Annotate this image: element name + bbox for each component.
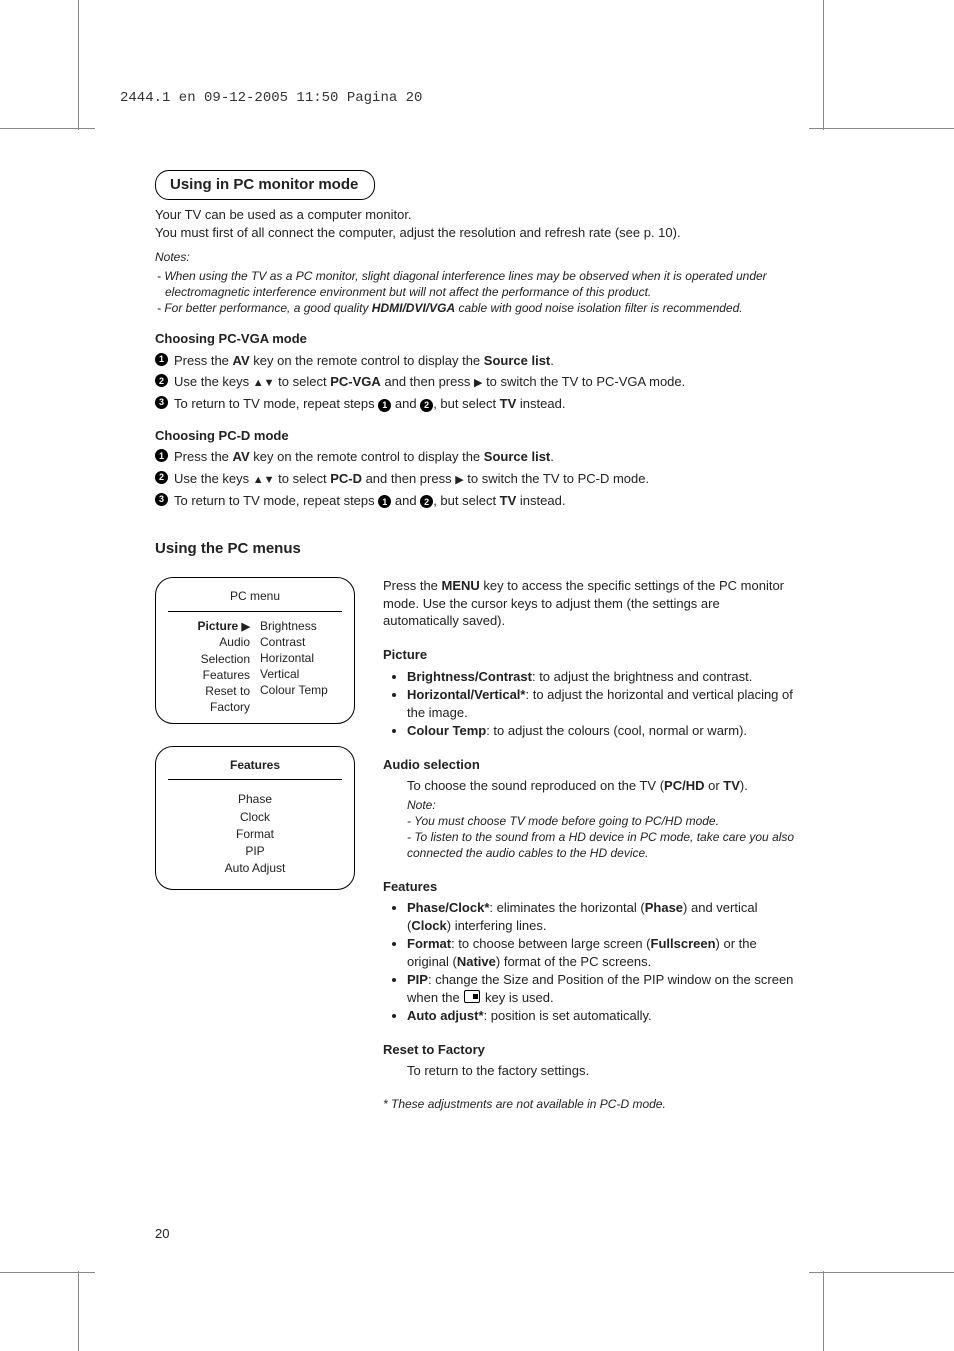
step-circle-3-icon: 3: [155, 493, 168, 506]
crop-mark: [823, 0, 824, 130]
audio-note-label: Note:: [407, 797, 795, 813]
menu-item-picture: Picture ▶: [168, 618, 250, 635]
note-1: - When using the TV as a PC monitor, sli…: [155, 268, 795, 300]
print-header: 2444.1 en 09-12-2005 11:50 Pagina 20: [120, 90, 422, 106]
intro-line-1: Your TV can be used as a computer monito…: [155, 207, 412, 222]
crop-mark: [78, 1271, 79, 1351]
pc-menu-box: PC menu Picture ▶ Audio Selection Featur…: [155, 577, 355, 724]
notes-label: Notes:: [155, 249, 795, 265]
features-menu-list: Phase Clock Format PIP Auto Adjust: [168, 786, 342, 881]
menu-item-phase: Phase: [168, 791, 342, 807]
bullet-pip: PIP: change the Size and Position of the…: [407, 971, 795, 1006]
menu-intro-text: Press the MENU key to access the specifi…: [383, 577, 795, 630]
vga-step-1: 1 Press the AV key on the remote control…: [155, 352, 795, 370]
crop-mark: [0, 128, 95, 129]
inline-circle-1-icon: 1: [378, 495, 391, 508]
crop-mark: [823, 1271, 824, 1351]
menu-item-audio-selection: Audio Selection: [168, 634, 250, 666]
pcd-step-3: 3 To return to TV mode, repeat steps 1 a…: [155, 492, 795, 510]
right-arrow-icon: ▶: [242, 621, 250, 633]
audio-notes: Note: - You must choose TV mode before g…: [383, 797, 795, 862]
step-circle-2-icon: 2: [155, 374, 168, 387]
pc-menu-left-col: Picture ▶ Audio Selection Features Reset…: [168, 618, 250, 716]
picture-bullets: Brightness/Contrast: to adjust the brigh…: [383, 668, 795, 740]
reset-heading: Reset to Factory: [383, 1041, 795, 1059]
notes-list: - When using the TV as a PC monitor, sli…: [155, 268, 795, 317]
step-circle-1-icon: 1: [155, 353, 168, 366]
note-2: - For better performance, a good quality…: [155, 300, 795, 316]
menu-item-contrast: Contrast: [260, 634, 342, 650]
bullet-phase-clock: Phase/Clock*: eliminates the horizontal …: [407, 899, 795, 934]
subhead-choosing-pc-vga: Choosing PC-VGA mode: [155, 330, 795, 348]
intro-line-2: You must first of all connect the comput…: [155, 225, 681, 240]
vga-step-3: 3 To return to TV mode, repeat steps 1 a…: [155, 395, 795, 413]
bullet-horizontal-vertical: Horizontal/Vertical*: to adjust the hori…: [407, 686, 795, 721]
menu-item-brightness: Brightness: [260, 618, 342, 634]
reset-body: To return to the factory settings.: [383, 1062, 795, 1080]
picture-heading: Picture: [383, 646, 795, 664]
vga-step-2: 2 Use the keys ▲▼ to select PC-VGA and t…: [155, 373, 795, 391]
bullet-colour-temp: Colour Temp: to adjust the colours (cool…: [407, 722, 795, 740]
pcd-step-1: 1 Press the AV key on the remote control…: [155, 448, 795, 466]
up-down-arrows-icon: ▲▼: [253, 474, 275, 486]
page: 2444.1 en 09-12-2005 11:50 Pagina 20 Usi…: [0, 0, 954, 1351]
menu-item-reset-to-factory: Reset to Factory: [168, 683, 250, 715]
page-number: 20: [155, 1226, 169, 1241]
inline-circle-1-icon: 1: [378, 399, 391, 412]
right-arrow-icon: ▶: [455, 474, 463, 486]
bullet-auto-adjust: Auto adjust*: position is set automatica…: [407, 1007, 795, 1025]
menu-item-horizontal: Horizontal: [260, 650, 342, 666]
step-circle-1-icon: 1: [155, 449, 168, 462]
content-area: Using in PC monitor mode Your TV can be …: [155, 170, 795, 1112]
step-circle-3-icon: 3: [155, 396, 168, 409]
crop-mark: [78, 0, 79, 130]
features-heading: Features: [383, 878, 795, 896]
right-column: Press the MENU key to access the specifi…: [383, 577, 795, 1112]
menu-item-colour-temp: Colour Temp: [260, 682, 342, 698]
crop-mark: [0, 1272, 95, 1273]
bullet-brightness-contrast: Brightness/Contrast: to adjust the brigh…: [407, 668, 795, 686]
menu-item-format: Format: [168, 826, 342, 842]
pc-menu-title: PC menu: [168, 588, 342, 611]
subhead-choosing-pc-d: Choosing PC-D mode: [155, 427, 795, 445]
menu-item-auto-adjust: Auto Adjust: [168, 860, 342, 876]
intro-text: Your TV can be used as a computer monito…: [155, 206, 795, 241]
inline-circle-2-icon: 2: [420, 399, 433, 412]
features-menu-box: Features Phase Clock Format PIP Auto Adj…: [155, 746, 355, 890]
crop-mark: [809, 128, 954, 129]
step-circle-2-icon: 2: [155, 471, 168, 484]
menu-item-features: Features: [168, 667, 250, 683]
audio-body-text: To choose the sound reproduced on the TV…: [383, 777, 795, 795]
pip-key-icon: [464, 990, 480, 1003]
two-column-layout: PC menu Picture ▶ Audio Selection Featur…: [155, 577, 795, 1112]
inline-circle-2-icon: 2: [420, 495, 433, 508]
left-column: PC menu Picture ▶ Audio Selection Featur…: [155, 577, 355, 912]
audio-selection-heading: Audio selection: [383, 756, 795, 774]
audio-note-1: - You must choose TV mode before going t…: [407, 813, 795, 829]
pcd-step-2: 2 Use the keys ▲▼ to select PC-D and the…: [155, 470, 795, 488]
audio-note-2: - To listen to the sound from a HD devic…: [407, 829, 795, 861]
up-down-arrows-icon: ▲▼: [253, 377, 275, 389]
features-bullets: Phase/Clock*: eliminates the horizontal …: [383, 899, 795, 1025]
bullet-format: Format: to choose between large screen (…: [407, 935, 795, 970]
menu-item-vertical: Vertical: [260, 666, 342, 682]
features-menu-title: Features: [168, 757, 342, 780]
menu-item-clock: Clock: [168, 809, 342, 825]
menu-item-pip: PIP: [168, 843, 342, 859]
pc-menu-right-col: Brightness Contrast Horizontal Vertical …: [260, 618, 342, 716]
footnote: * These adjustments are not available in…: [383, 1096, 795, 1112]
crop-mark: [809, 1272, 954, 1273]
section-title-pc-menus: Using the PC menus: [155, 539, 795, 559]
section-title-pc-monitor: Using in PC monitor mode: [155, 170, 375, 200]
